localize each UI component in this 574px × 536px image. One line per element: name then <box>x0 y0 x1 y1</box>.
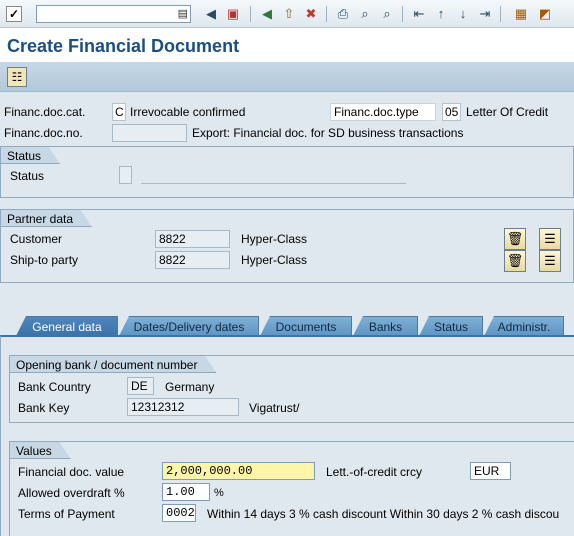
expand-left-icon[interactable]: ◀ <box>202 5 220 23</box>
doc-cat-field[interactable]: C <box>112 103 126 121</box>
find-next-icon[interactable]: ⌕ <box>378 5 396 23</box>
cancel-icon[interactable]: ✖ <box>302 5 320 23</box>
command-field[interactable]: ▤ <box>36 5 191 23</box>
find-icon[interactable]: ⌕ <box>356 5 374 23</box>
next-page-icon[interactable]: ↓ <box>454 5 472 23</box>
command-history-icon[interactable]: ▤ <box>178 7 188 20</box>
shipto-label: Ship-to party <box>10 253 79 267</box>
doc-no-field[interactable] <box>112 124 187 142</box>
status-text-line <box>141 183 406 184</box>
lc-crcy-label: Lett.-of-credit crcy <box>326 465 423 479</box>
shipto-delete-icon[interactable]: 🗑 <box>504 250 526 272</box>
customer-details-icon[interactable]: ☰ <box>539 228 561 250</box>
bank-key-label: Bank Key <box>18 401 70 415</box>
status-field[interactable] <box>119 166 132 184</box>
new-session-icon[interactable]: ▦ <box>512 5 530 23</box>
tab-status[interactable]: Status <box>419 316 483 336</box>
values-title: Values <box>9 441 71 459</box>
header-details-icon[interactable]: ☷ <box>7 67 27 87</box>
doc-cat-text: Irrevocable confirmed <box>130 105 246 119</box>
terms-field[interactable]: 0002 <box>162 504 196 522</box>
save-icon[interactable]: ▣ <box>224 5 242 23</box>
status-group-title: Status <box>0 146 60 164</box>
overdraft-unit: % <box>214 487 224 499</box>
bank-country-label: Bank Country <box>18 380 91 394</box>
partner-group-title: Partner data <box>0 209 92 227</box>
tab-documents[interactable]: Documents <box>260 316 352 336</box>
opening-bank-group: Opening bank / document number Bank Coun… <box>9 355 574 423</box>
doc-type-label: Financ.doc.type <box>330 103 436 121</box>
opening-bank-title: Opening bank / document number <box>9 355 216 373</box>
shortcut-icon[interactable]: ◩ <box>536 5 554 23</box>
fin-value-label: Financial doc. value <box>18 465 125 479</box>
tab-administr[interactable]: Administr. <box>484 316 564 336</box>
customer-delete-icon[interactable]: 🗑 <box>504 228 526 250</box>
customer-label: Customer <box>10 232 63 246</box>
exit-icon[interactable]: ⇧ <box>280 5 298 23</box>
bank-key-name: Vigatrust/ <box>249 401 300 415</box>
last-page-icon[interactable]: ⇥ <box>476 5 494 23</box>
customer-field[interactable]: 8822 <box>155 230 230 248</box>
standard-toolbar: ✓ ▤ ◀ ▣ ◀ ⇧ ✖ ⎙ ⌕ ⌕ ⇤ ↑ ↓ ⇥ ▦ ◩ <box>0 0 574 28</box>
shipto-name: Hyper-Class <box>241 253 308 267</box>
shipto-field[interactable]: 8822 <box>155 251 230 269</box>
enter-check-icon[interactable]: ✓ <box>6 6 22 22</box>
doc-type-text: Letter Of Credit <box>466 105 549 119</box>
doc-type-field[interactable]: 05 <box>442 103 461 121</box>
tab-general-data[interactable]: General data <box>16 316 118 336</box>
terms-label: Terms of Payment <box>18 507 115 521</box>
shipto-details-icon[interactable]: ☰ <box>539 250 561 272</box>
overdraft-label: Allowed overdraft % <box>18 486 125 500</box>
status-group: Status Status <box>0 146 574 198</box>
page-title: Create Financial Document <box>7 36 240 56</box>
bank-country-name: Germany <box>165 380 215 394</box>
back-icon[interactable]: ◀ <box>258 5 276 23</box>
tab-banks[interactable]: Banks <box>353 316 418 336</box>
partner-group: Partner data Customer 8822 Hyper-Class S… <box>0 209 574 283</box>
first-page-icon[interactable]: ⇤ <box>410 5 428 23</box>
title-bar: Create Financial Document <box>0 28 574 62</box>
doc-no-label: Financ.doc.no. <box>4 126 83 140</box>
fin-value-field[interactable]: 2,000,000.00 <box>162 462 315 480</box>
tab-dates[interactable]: Dates/Delivery dates <box>119 316 259 336</box>
previous-page-icon[interactable]: ↑ <box>432 5 450 23</box>
values-group: Values Financial doc. value 2,000,000.00… <box>9 441 574 536</box>
general-data-panel: Opening bank / document number Bank Coun… <box>0 335 574 536</box>
terms-text: Within 14 days 3 % cash discount Within … <box>207 507 560 521</box>
tabstrip: General data Dates/Delivery dates Docume… <box>0 314 574 336</box>
status-label: Status <box>10 169 45 183</box>
doc-cat-label: Financ.doc.cat. <box>4 105 86 119</box>
customer-name: Hyper-Class <box>241 232 308 246</box>
lc-crcy-field[interactable]: EUR <box>470 462 511 480</box>
overdraft-field[interactable]: 1.00 <box>162 483 210 501</box>
bank-key-field[interactable]: 12312312 <box>127 398 239 416</box>
print-icon[interactable]: ⎙ <box>334 5 352 23</box>
doc-no-text: Export: Financial doc. for SD business t… <box>192 126 464 140</box>
application-toolbar: ☷ <box>0 62 574 92</box>
bank-country-field[interactable]: DE <box>127 377 154 395</box>
